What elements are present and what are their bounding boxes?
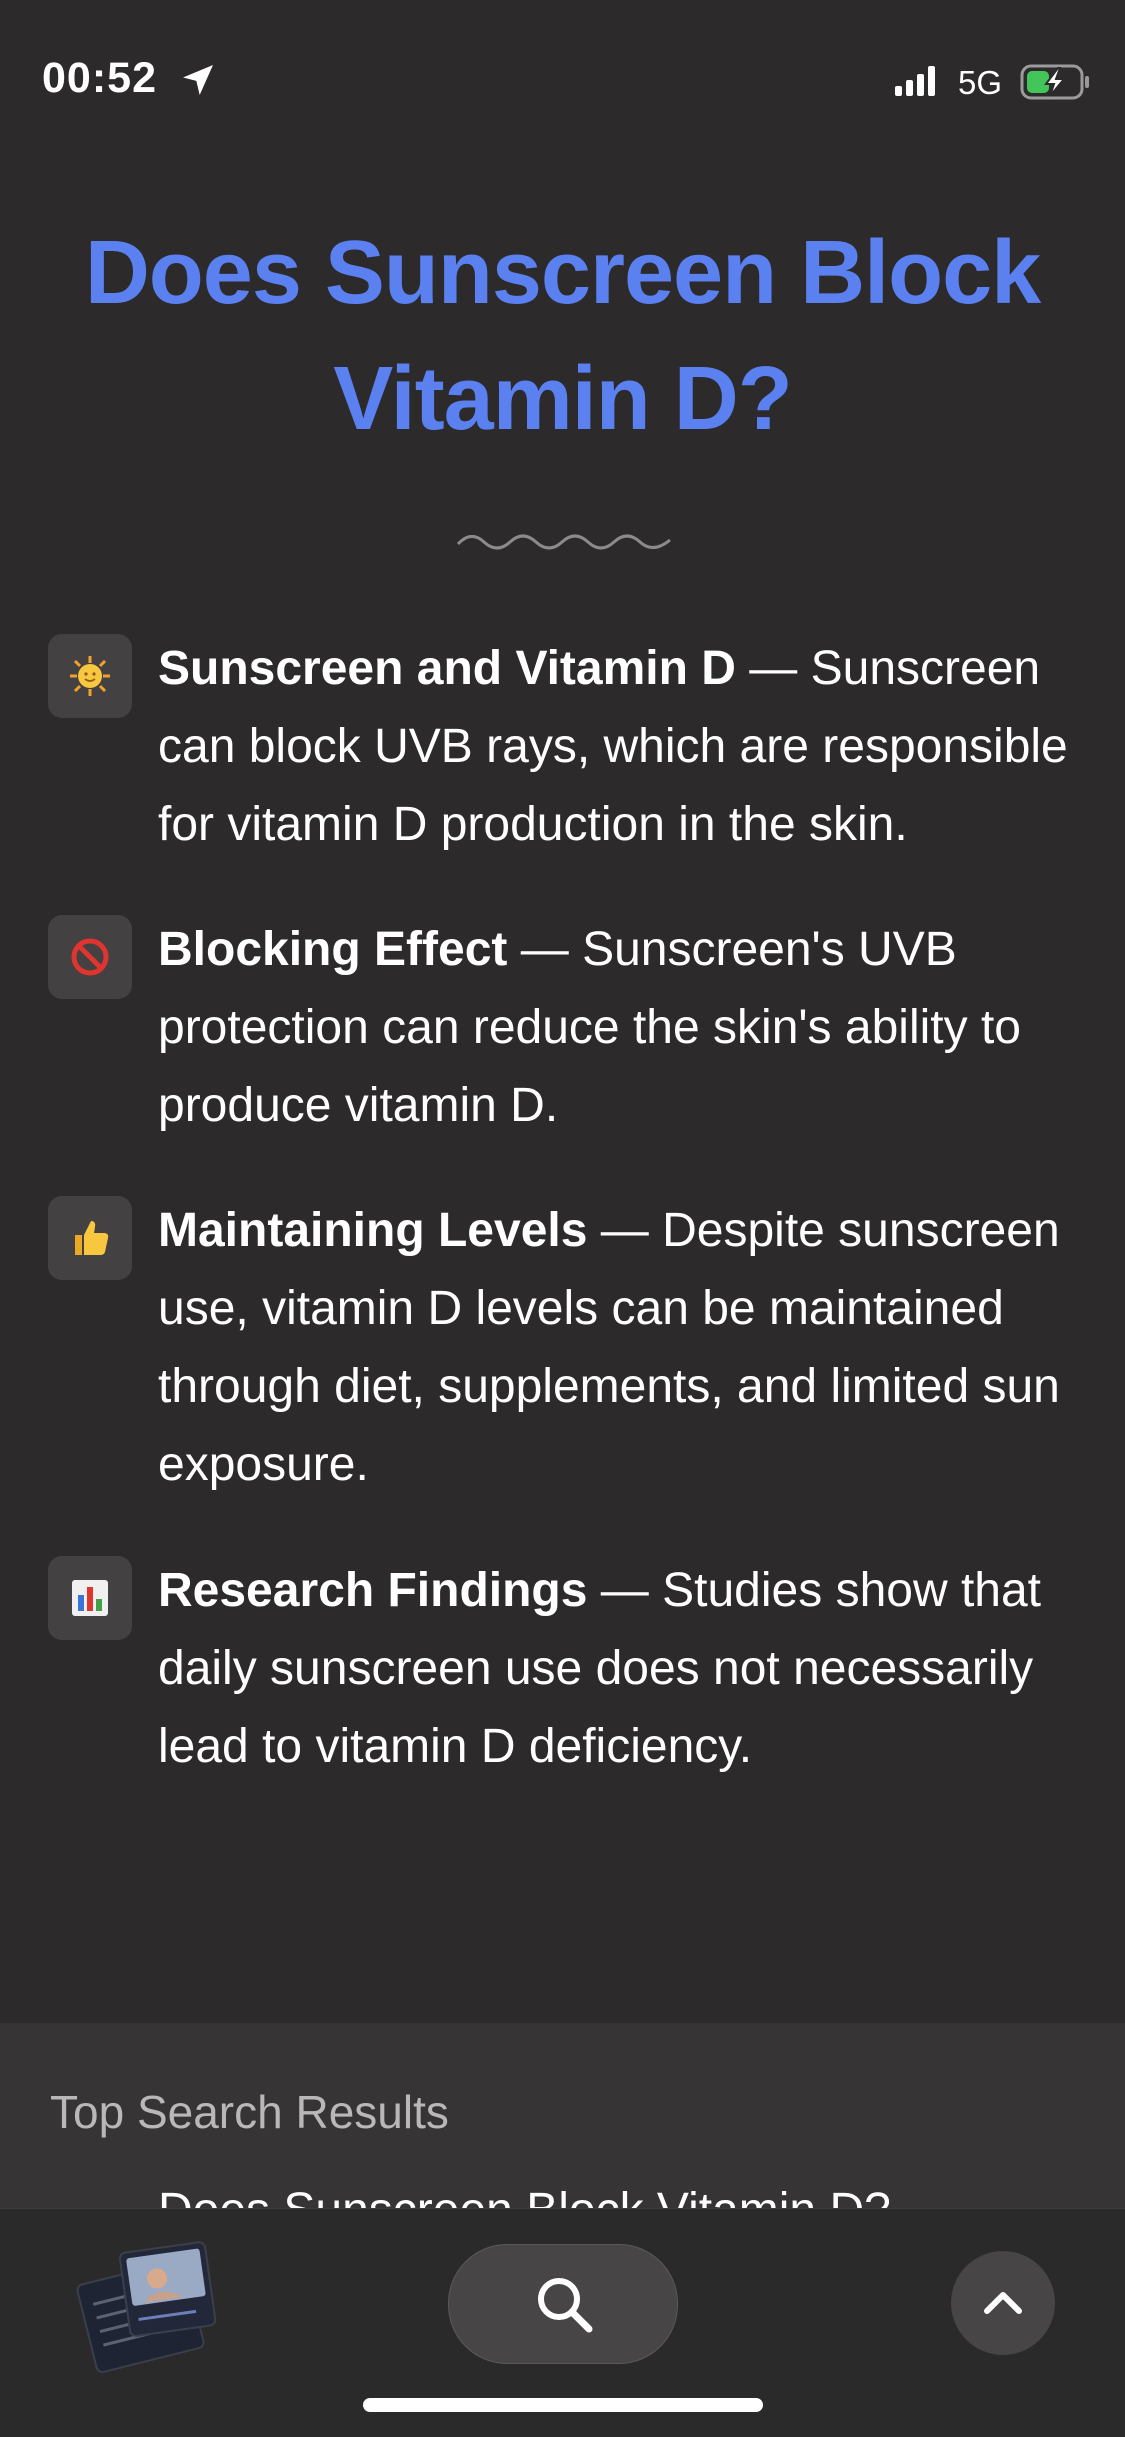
fact-separator: —	[587, 1564, 663, 1617]
status-time: 00:52	[42, 54, 157, 102]
fact-heading: Research Findings	[158, 1564, 588, 1617]
results-heading: Top Search Results	[50, 2086, 449, 2138]
fact-heading: Sunscreen and Vitamin D	[158, 642, 736, 695]
search-button[interactable]	[448, 2244, 678, 2364]
fact-separator: —	[735, 642, 811, 695]
thumbs-up-emoji-icon	[48, 1196, 132, 1280]
fact-heading: Maintaining Levels	[158, 1204, 588, 1257]
chevron-up-icon	[984, 2292, 1022, 2314]
tab-thumbnails-icon[interactable]	[74, 2239, 224, 2379]
fact-separator: —	[507, 923, 583, 976]
fact-heading: Blocking Effect	[158, 923, 508, 976]
prohibited-emoji-icon	[48, 915, 132, 999]
fact-text: Research Findings — Studies show that da…	[158, 1552, 1068, 1786]
signal-icon	[895, 66, 935, 96]
scroll-to-top-button[interactable]	[951, 2251, 1055, 2355]
fact-separator: —	[587, 1204, 663, 1257]
wave-divider	[456, 534, 671, 550]
bar-chart-emoji-icon	[48, 1556, 132, 1640]
fact-text: Sunscreen and Vitamin D — Sunscreen can …	[158, 630, 1068, 864]
page-title: Does Sunscreen Block Vitamin D?	[84, 223, 1041, 449]
home-indicator[interactable]	[363, 2398, 763, 2412]
location-arrow-icon	[183, 65, 213, 95]
battery-charging-icon	[1020, 64, 1089, 100]
network-label: 5G	[958, 64, 1003, 101]
fact-text: Blocking Effect — Sunscreen's UVB protec…	[158, 911, 1068, 1145]
fact-text: Maintaining Levels — Despite sunscreen u…	[158, 1192, 1068, 1504]
search-icon	[538, 2278, 593, 2333]
sun-emoji-icon	[48, 634, 132, 718]
status-bar: 00:52 5G	[0, 0, 1125, 150]
